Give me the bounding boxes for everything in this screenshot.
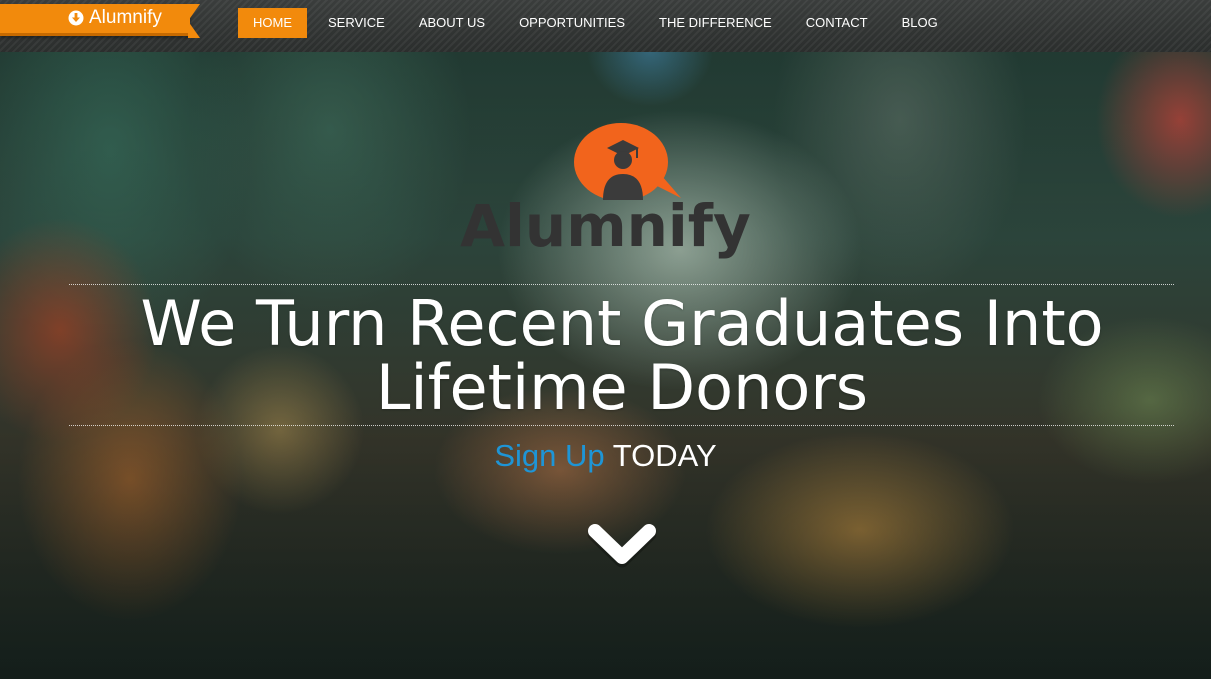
hero-headline: We Turn Recent Graduates Into Lifetime D…	[60, 292, 1184, 420]
sign-up-link[interactable]: Sign Up	[494, 438, 604, 473]
nav-item-the-difference[interactable]: THE DIFFERENCE	[642, 8, 789, 38]
logo-wordmark: Alumnify	[460, 192, 751, 260]
nav-item-service[interactable]: SERVICE	[311, 8, 402, 38]
brand-name[interactable]: Alumnify	[89, 7, 162, 29]
graduate-speech-bubble-icon	[574, 123, 681, 200]
cta-suffix: TODAY	[612, 438, 717, 473]
headline-line-2: Lifetime Donors	[375, 351, 869, 424]
brand-ribbon-tail	[188, 4, 200, 38]
nav-item-home[interactable]: HOME	[238, 8, 307, 38]
top-navigation-bar: Alumnify HOME SERVICE ABOUT US OPPORTUNI…	[0, 0, 1211, 52]
nav-item-contact[interactable]: CONTACT	[789, 8, 885, 38]
divider-top	[69, 284, 1174, 285]
download-circle-icon	[68, 10, 84, 26]
nav-item-blog[interactable]: BLOG	[885, 8, 955, 38]
cta-line: Sign Up TODAY	[0, 438, 1211, 474]
main-nav: HOME SERVICE ABOUT US OPPORTUNITIES THE …	[238, 8, 955, 38]
nav-item-opportunities[interactable]: OPPORTUNITIES	[502, 8, 642, 38]
headline-line-1: We Turn Recent Graduates Into	[140, 287, 1104, 360]
nav-item-about-us[interactable]: ABOUT US	[402, 8, 502, 38]
divider-bottom	[69, 425, 1174, 426]
page: Alumnify HOME SERVICE ABOUT US OPPORTUNI…	[0, 0, 1211, 679]
chevron-down-icon[interactable]	[583, 515, 661, 575]
